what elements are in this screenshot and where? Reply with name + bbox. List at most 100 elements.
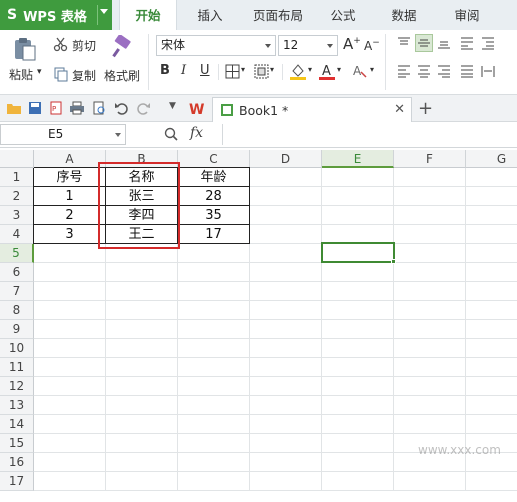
cell-b17[interactable] [106, 472, 178, 491]
cell-f17[interactable] [394, 472, 466, 491]
cell-g12[interactable] [466, 377, 517, 396]
cell-c13[interactable] [178, 396, 250, 415]
cell-e17[interactable] [322, 472, 394, 491]
chevron-down-icon[interactable]: ▾ [337, 65, 341, 74]
cell-a3[interactable]: 2 [34, 206, 106, 225]
cell-d6[interactable] [250, 263, 322, 282]
zoom-search-icon[interactable] [163, 126, 179, 142]
cell-d15[interactable] [250, 434, 322, 453]
cell-a13[interactable] [34, 396, 106, 415]
justify-icon[interactable] [459, 63, 475, 79]
save-icon[interactable] [27, 100, 43, 116]
underline-button[interactable]: U [200, 63, 210, 78]
cell-a2[interactable]: 1 [34, 187, 106, 206]
align-left-icon[interactable] [396, 63, 412, 79]
format-painter-button[interactable]: 格式刷 [104, 67, 140, 84]
row-header-12[interactable]: 12 [0, 377, 34, 396]
cell-d1[interactable] [250, 168, 322, 187]
cell-b2[interactable]: 张三 [106, 187, 178, 206]
cell-e13[interactable] [322, 396, 394, 415]
cell-c8[interactable] [178, 301, 250, 320]
cut-button[interactable]: 剪切 [72, 37, 96, 54]
column-header-f[interactable]: F [394, 150, 466, 168]
close-icon[interactable]: ✕ [394, 102, 405, 117]
column-header-a[interactable]: A [34, 150, 106, 168]
cell-d17[interactable] [250, 472, 322, 491]
cell-a9[interactable] [34, 320, 106, 339]
cell-d8[interactable] [250, 301, 322, 320]
cell-g10[interactable] [466, 339, 517, 358]
cell-e16[interactable] [322, 453, 394, 472]
cell-d4[interactable] [250, 225, 322, 244]
wps-w-icon[interactable]: W [188, 99, 206, 117]
cell-d2[interactable] [250, 187, 322, 206]
format-painter-icon[interactable] [110, 35, 134, 59]
cell-a8[interactable] [34, 301, 106, 320]
cell-b9[interactable] [106, 320, 178, 339]
cell-e15[interactable] [322, 434, 394, 453]
cell-d7[interactable] [250, 282, 322, 301]
print-preview-icon[interactable] [91, 100, 107, 116]
row-header-6[interactable]: 6 [0, 263, 34, 282]
cell-f1[interactable] [394, 168, 466, 187]
cell-g2[interactable] [466, 187, 517, 206]
cell-a11[interactable] [34, 358, 106, 377]
row-header-14[interactable]: 14 [0, 415, 34, 434]
indent-icon[interactable] [480, 35, 496, 51]
cell-d13[interactable] [250, 396, 322, 415]
cell-c4[interactable]: 17 [178, 225, 250, 244]
cell-b1[interactable]: 名称 [106, 168, 178, 187]
formula-input[interactable] [222, 124, 517, 145]
cell-e3[interactable] [322, 206, 394, 225]
cell-c2[interactable]: 28 [178, 187, 250, 206]
cell-a14[interactable] [34, 415, 106, 434]
cell-e5[interactable] [322, 244, 394, 263]
cell-d3[interactable] [250, 206, 322, 225]
tab-review[interactable]: 审阅 [444, 0, 490, 30]
cell-g14[interactable] [466, 415, 517, 434]
cell-b8[interactable] [106, 301, 178, 320]
cell-c10[interactable] [178, 339, 250, 358]
cell-c14[interactable] [178, 415, 250, 434]
copy-button[interactable]: 复制 [72, 67, 96, 84]
cell-b4[interactable]: 王二 [106, 225, 178, 244]
export-pdf-icon[interactable]: P [48, 100, 64, 116]
cell-d11[interactable] [250, 358, 322, 377]
document-tab[interactable]: Book1 * ✕ [212, 97, 412, 122]
chevron-down-icon[interactable]: ▾ [370, 65, 374, 74]
cell-e14[interactable] [322, 415, 394, 434]
cell-g7[interactable] [466, 282, 517, 301]
chevron-down-icon[interactable]: ▾ [270, 65, 274, 74]
scissors-icon[interactable] [53, 36, 69, 52]
cell-a4[interactable]: 3 [34, 225, 106, 244]
column-header-d[interactable]: D [250, 150, 322, 168]
row-header-13[interactable]: 13 [0, 396, 34, 415]
tab-formulas[interactable]: 公式 [320, 0, 366, 30]
cell-f10[interactable] [394, 339, 466, 358]
increase-font-icon[interactable]: A+ [343, 35, 361, 53]
copy-icon[interactable] [53, 66, 69, 82]
align-center-icon[interactable] [416, 63, 432, 79]
cell-d5[interactable] [250, 244, 322, 263]
cell-f9[interactable] [394, 320, 466, 339]
cell-b14[interactable] [106, 415, 178, 434]
app-menu-button[interactable]: S WPS 表格 [0, 0, 112, 30]
align-top-icon[interactable] [396, 35, 412, 51]
cell-f8[interactable] [394, 301, 466, 320]
font-name-select[interactable]: 宋体 [156, 35, 276, 56]
cell-g1[interactable] [466, 168, 517, 187]
cell-e6[interactable] [322, 263, 394, 282]
redo-icon[interactable] [136, 100, 152, 116]
chevron-down-icon[interactable]: ▾ [308, 65, 312, 74]
row-header-4[interactable]: 4 [0, 225, 34, 244]
chevron-down-icon[interactable]: ▾ [37, 67, 42, 77]
border-icon[interactable] [224, 63, 240, 79]
cell-a12[interactable] [34, 377, 106, 396]
wrap-text-icon[interactable] [459, 35, 475, 51]
tab-page-layout[interactable]: 页面布局 [243, 0, 313, 30]
cell-a10[interactable] [34, 339, 106, 358]
chevron-down-icon[interactable]: ▼ [169, 101, 176, 111]
fill-color-icon[interactable] [289, 62, 307, 80]
cell-f7[interactable] [394, 282, 466, 301]
cell-c12[interactable] [178, 377, 250, 396]
